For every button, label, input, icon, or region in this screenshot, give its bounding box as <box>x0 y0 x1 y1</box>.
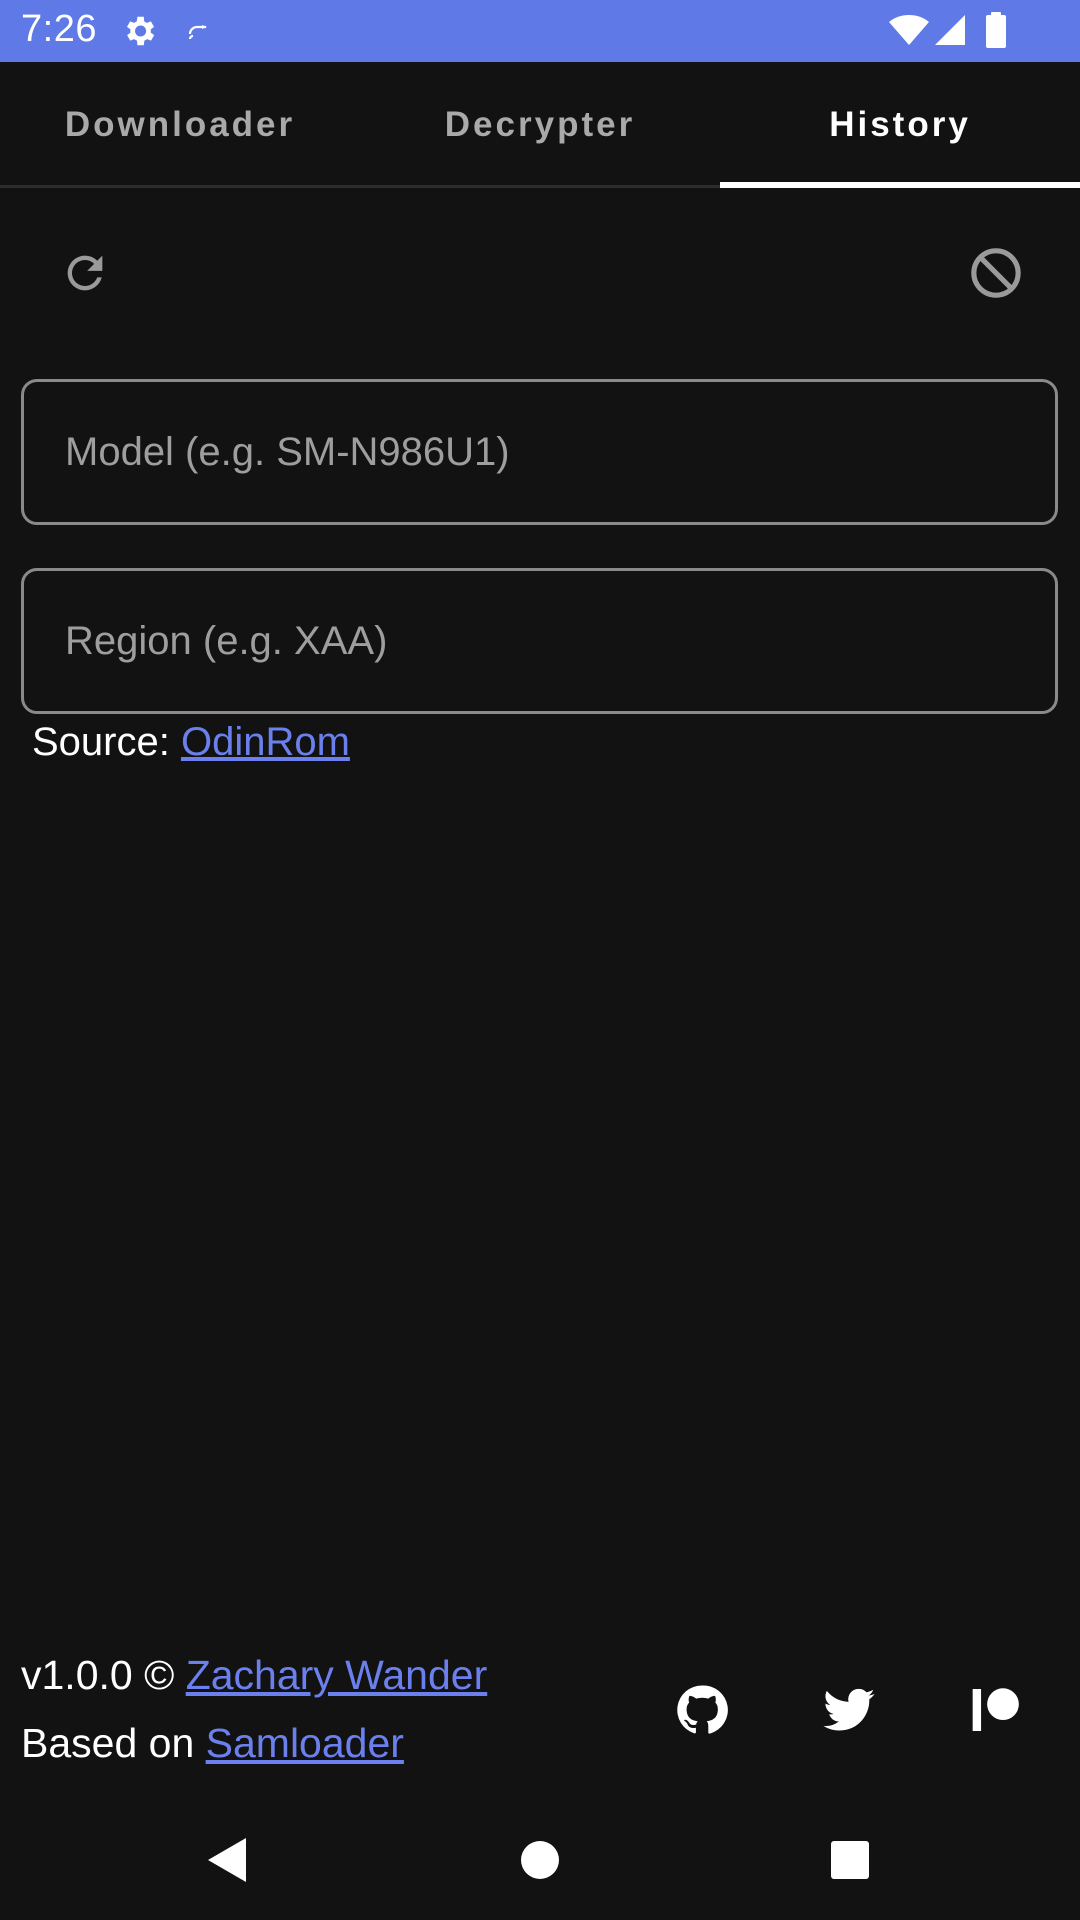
system-nav-bar <box>0 1800 1080 1920</box>
version-text: v1.0.0 © <box>21 1652 186 1698</box>
twitter-button[interactable] <box>817 1678 881 1742</box>
github-icon <box>677 1685 728 1734</box>
refresh-icon <box>67 255 103 291</box>
based-on-line: Based on Samloader <box>21 1720 404 1767</box>
clear-button[interactable] <box>948 225 1044 321</box>
back-button[interactable] <box>194 1828 258 1892</box>
cast-icon <box>188 25 207 40</box>
source-line: Source: OdinRom <box>32 720 350 765</box>
active-tab-indicator <box>720 182 1080 188</box>
wifi-icon <box>889 15 929 45</box>
model-input[interactable] <box>24 382 1055 522</box>
samloader-link[interactable]: Samloader <box>206 1720 404 1766</box>
tab-history[interactable]: History <box>720 62 1080 188</box>
odinrom-link[interactable]: OdinRom <box>181 720 350 764</box>
status-bar: 7:26 <box>0 0 1080 62</box>
patreon-icon <box>972 1688 1019 1731</box>
tab-bar: Downloader Decrypter History <box>0 62 1080 188</box>
source-label: Source: <box>32 720 181 764</box>
version-line: v1.0.0 © Zachary Wander <box>21 1652 487 1699</box>
refresh-button[interactable] <box>37 225 133 321</box>
back-icon <box>208 1838 246 1882</box>
home-icon <box>521 1841 559 1879</box>
github-button[interactable] <box>670 1678 734 1742</box>
status-time: 7:26 <box>21 8 97 50</box>
patreon-button[interactable] <box>964 1678 1028 1742</box>
signal-icon <box>935 15 965 45</box>
recents-icon <box>831 1841 869 1879</box>
block-icon <box>971 248 1021 298</box>
battery-icon <box>986 12 1006 48</box>
tab-downloader[interactable]: Downloader <box>0 62 360 188</box>
recents-button[interactable] <box>818 1828 882 1892</box>
twitter-icon <box>823 1688 875 1731</box>
gear-icon <box>126 16 155 46</box>
model-field-container <box>21 379 1058 525</box>
region-field-container <box>21 568 1058 714</box>
author-link[interactable]: Zachary Wander <box>186 1652 488 1698</box>
tab-decrypter[interactable]: Decrypter <box>360 62 720 188</box>
based-on-text: Based on <box>21 1720 206 1766</box>
region-input[interactable] <box>24 571 1055 711</box>
home-button[interactable] <box>508 1828 572 1892</box>
